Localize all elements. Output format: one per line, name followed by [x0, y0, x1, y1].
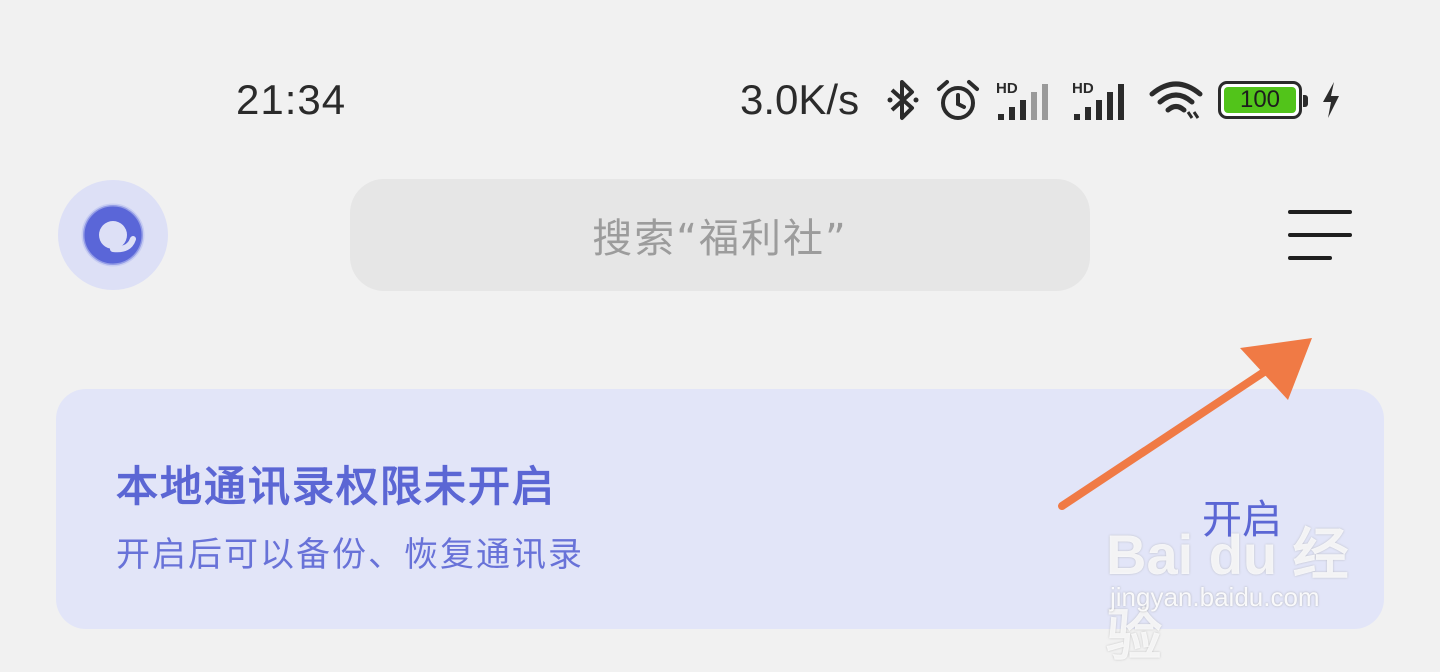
status-icons: HD HD 100 [886, 74, 1342, 126]
bluetooth-icon [886, 78, 920, 122]
status-bar: 21:34 3.0K/s HD HD 100 [0, 0, 1440, 200]
hamburger-menu-icon[interactable] [1280, 200, 1362, 270]
alarm-icon [934, 77, 982, 123]
wifi-icon [1148, 78, 1204, 122]
battery-icon: 100 [1218, 81, 1308, 119]
battery-tip [1303, 95, 1308, 107]
permission-description: 开启后可以备份、恢复通讯录 [116, 535, 584, 575]
svg-text:HD: HD [1072, 80, 1094, 97]
search-input[interactable]: 搜索“福利社” [350, 179, 1090, 291]
menu-line-middle [1288, 233, 1352, 237]
status-time: 21:34 [236, 76, 347, 123]
menu-line-top [1288, 210, 1352, 214]
app-logo-icon[interactable] [58, 180, 168, 290]
signal-hd-2-icon: HD [1072, 78, 1134, 122]
menu-line-bottom [1288, 256, 1332, 260]
battery-level: 100 [1239, 86, 1281, 113]
search-placeholder: 搜索“福利社” [592, 216, 848, 262]
charging-icon [1320, 80, 1342, 120]
signal-hd-1-icon: HD [996, 78, 1058, 122]
network-speed: 3.0K/s [740, 76, 860, 123]
permission-title: 本地通讯录权限未开启 [116, 462, 557, 511]
annotation-arrow [1058, 338, 1312, 510]
svg-text:HD: HD [996, 80, 1018, 97]
